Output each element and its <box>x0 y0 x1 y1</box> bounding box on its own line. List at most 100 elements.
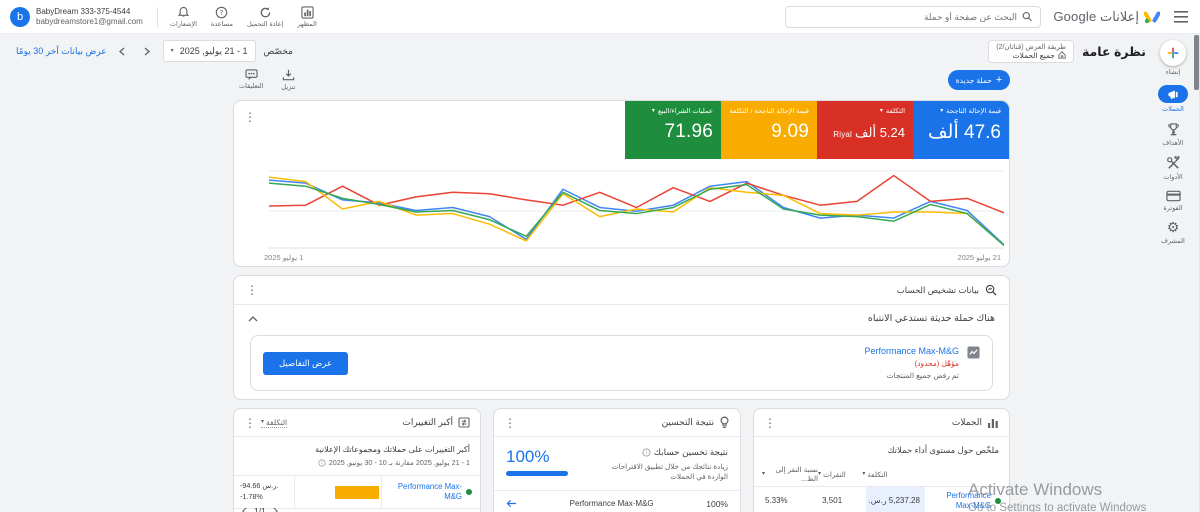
campaigns-card-menu-icon[interactable]: ⋮ <box>764 417 776 429</box>
account-email: babydreamstore1@gmail.com <box>36 17 143 27</box>
trophy-icon <box>1166 122 1181 137</box>
campaign-score: 100% <box>706 499 728 509</box>
kpi-chip-cost[interactable]: التكلفة▾ 5.24 ألفRiyal <box>817 101 913 159</box>
billing-card-icon <box>1166 190 1181 202</box>
new-campaign-button[interactable]: + حملة جديدة <box>948 70 1010 90</box>
view-details-button[interactable]: عرض التفاصيل <box>263 352 348 375</box>
sort-caret-icon: ▾ <box>818 471 821 477</box>
appearance-button[interactable]: المظهر <box>297 6 316 28</box>
show-last-30-days-link[interactable]: عرض بيانات آخر 30 يومًا <box>16 46 107 57</box>
sort-caret-icon: ▾ <box>762 471 765 477</box>
kpi-label: قيمة الإحالة الناجحة / التكلفة <box>730 107 809 115</box>
performance-chart-card: ⋮ قيمة الإحالة الناجحة▾ 47.6 ألف التكلفة… <box>233 100 1010 267</box>
sidebar-item-goals[interactable]: الأهداف <box>1163 122 1184 147</box>
date-custom-label: مخصّص <box>264 46 293 57</box>
campaigns-table-row: Performance Max-M&G 5,237.28 ر.س. 3,501 … <box>754 487 1009 512</box>
refresh-icon <box>259 6 272 19</box>
download-icon <box>282 69 295 82</box>
home-icon <box>1058 51 1066 59</box>
optimization-score-value: 100% <box>506 447 568 467</box>
changes-period: 1 - 21 يوليو, 2025 مقارنة بـ 10 - 30 يون… <box>329 458 470 467</box>
info-icon[interactable]: i <box>642 448 651 457</box>
account-info[interactable]: BabyDream 333-375-4544 babydreamstore1@g… <box>10 7 143 27</box>
comments-label: التعليقات <box>239 82 263 90</box>
date-range-value: 1 - 21 يوليو, 2025 <box>180 46 248 57</box>
column-ctr[interactable]: نسبة النقر إلى الظ...▾ <box>762 465 818 483</box>
chart-line-purchases <box>269 183 1004 245</box>
changes-metric-dropdown[interactable]: التكلفة▾ <box>261 418 287 428</box>
sidebar-item-billing[interactable]: الفوترة <box>1163 190 1182 212</box>
changes-card-menu-icon[interactable]: ⋮ <box>244 417 256 429</box>
dropdown-caret-icon: ▾ <box>261 419 264 425</box>
refresh-button[interactable]: إعادة التحميل <box>247 6 283 28</box>
kpi-value: 71.96 <box>633 121 713 143</box>
search-input[interactable] <box>794 12 1017 22</box>
sidebar-item-admin[interactable]: ⚙ المشرف <box>1161 221 1185 245</box>
sidebar-campaigns-label: الحملات <box>1162 105 1184 113</box>
global-search-box[interactable] <box>785 6 1041 28</box>
optimization-score-bar <box>506 471 568 476</box>
chevron-up-icon[interactable] <box>248 316 258 322</box>
date-range-selector[interactable]: 1 - 21 يوليو, 2025 ▾ <box>163 40 256 62</box>
campaign-link[interactable]: Performance Max-M&G <box>570 499 654 508</box>
help-icon: ? <box>215 6 228 19</box>
appearance-label: المظهر <box>297 20 316 28</box>
comment-bubble-icon <box>245 69 258 81</box>
performance-line-chart[interactable] <box>269 167 1004 249</box>
arrow-left-icon[interactable] <box>506 499 517 508</box>
avatar[interactable]: b <box>10 7 30 27</box>
diagnostics-menu-icon[interactable]: ⋮ <box>246 284 258 296</box>
info-icon[interactable]: i <box>318 459 326 467</box>
notifications-button[interactable]: الإشعارات <box>170 6 197 28</box>
brand-text: إعلانات Google <box>1053 9 1139 25</box>
column-cost[interactable]: التكلفة▾ <box>862 470 921 479</box>
optimization-score-label: نتيجة تحسين حسابك <box>654 447 728 458</box>
account-diagnostics-card: بيانات تشخيص الحساب ⋮ هناك حملة حديثة تس… <box>233 275 1010 400</box>
comments-button[interactable]: التعليقات <box>239 69 263 91</box>
scrollbar-thumb[interactable] <box>1194 35 1199 90</box>
lightbulb-icon <box>719 416 730 429</box>
campaign-performance-badge-icon <box>967 346 980 359</box>
tools-icon <box>1166 156 1181 171</box>
diagnostics-title: بيانات تشخيص الحساب <box>897 285 979 296</box>
kpi-value: 9.09 <box>729 121 809 143</box>
prev-period-button[interactable] <box>115 43 131 59</box>
dropdown-caret-icon: ▾ <box>940 108 943 114</box>
campaigns-table-header: التكلفة▾ النقرات▾ نسبة النقر إلى الظ...▾ <box>754 465 1009 487</box>
kpi-chip-purchases[interactable]: عمليات الشراء/البيع▾ 71.96 <box>625 101 721 159</box>
svg-text:?: ? <box>220 8 224 17</box>
view-mode-selector[interactable]: طريقة العرض (قناتان/2) جميع الحملات <box>988 40 1074 63</box>
sidebar-item-create[interactable]: إنشاء <box>1160 40 1186 76</box>
page-title: نظرة عامة <box>1082 44 1146 59</box>
gear-icon: ⚙ <box>1167 221 1180 235</box>
campaign-link[interactable]: Performance Max-M&G <box>928 491 991 510</box>
svg-text:i: i <box>646 451 648 457</box>
optimization-description: زيادة نتائجك من خلال تطبيق الاقتراحات ال… <box>598 462 728 482</box>
changes-card-subtitle: أكبر التغييرات على حملاتك ومجموعاتك الإع… <box>234 437 480 454</box>
kpi-chip-conversion-value[interactable]: قيمة الإحالة الناجحة▾ 47.6 ألف <box>913 101 1009 159</box>
hamburger-menu-icon[interactable] <box>1172 8 1190 26</box>
campaign-link[interactable]: Performance Max-M&G <box>864 346 959 356</box>
download-button[interactable]: تنزيل <box>281 69 295 91</box>
insight-section-title: هناك حملة حديثة تستدعي الانتباه <box>868 313 995 324</box>
column-clicks[interactable]: النقرات▾ <box>818 470 862 479</box>
refresh-label: إعادة التحميل <box>247 20 283 28</box>
kpi-chips: قيمة الإحالة الناجحة▾ 47.6 ألف التكلفة▾ … <box>625 101 1009 159</box>
chart-card-menu-icon[interactable]: ⋮ <box>244 111 256 123</box>
page-next-icon[interactable] <box>272 507 278 512</box>
next-period-button[interactable] <box>139 43 155 59</box>
kpi-chip-value-per-cost[interactable]: قيمة الإحالة الناجحة / التكلفة▾ 9.09 <box>721 101 817 159</box>
sidebar-item-tools[interactable]: الأدوات <box>1163 156 1182 181</box>
page-scrollbar[interactable] <box>1193 34 1200 512</box>
sidebar-item-campaigns[interactable]: الحملات <box>1158 85 1188 113</box>
bell-icon <box>177 6 190 19</box>
optimization-card-menu-icon[interactable]: ⋮ <box>504 417 516 429</box>
topbar-divider <box>157 7 158 27</box>
status-dot <box>995 498 1001 504</box>
page-prev-icon[interactable] <box>242 507 248 512</box>
help-label: مساعدة <box>211 20 233 28</box>
help-button[interactable]: ? مساعدة <box>211 6 233 28</box>
campaign-link[interactable]: Performance Max-M&G <box>390 482 462 501</box>
cell-ctr: 5.33% <box>762 487 819 512</box>
dropdown-caret-icon: ▾ <box>652 108 655 114</box>
